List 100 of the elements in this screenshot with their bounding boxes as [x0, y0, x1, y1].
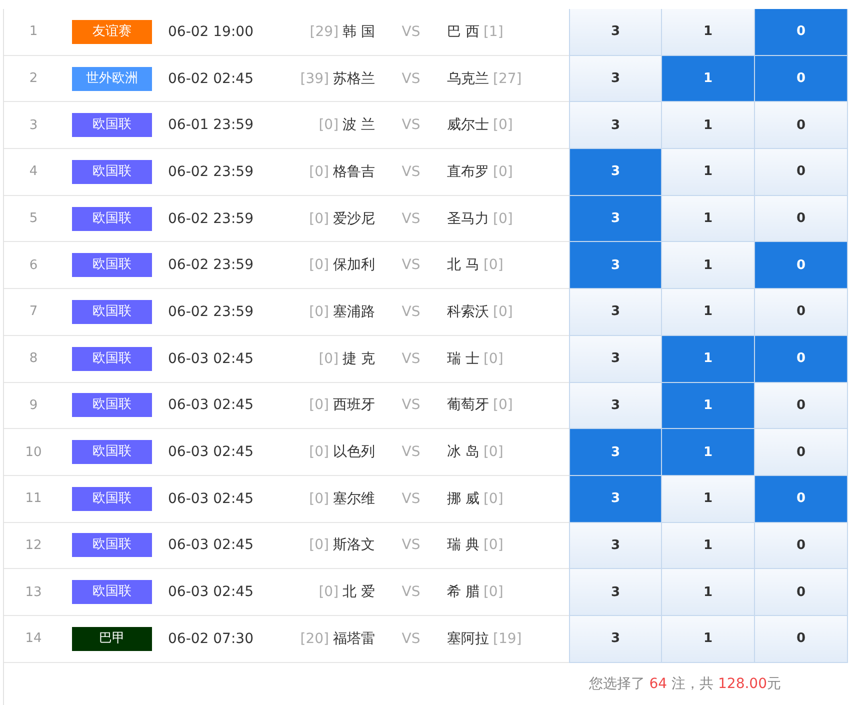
odds-option[interactable]: 3: [569, 9, 662, 56]
odds-option[interactable]: 3: [569, 569, 662, 616]
odds-option[interactable]: 3: [569, 476, 662, 523]
league-badge: 欧国联: [72, 160, 152, 184]
odds-option[interactable]: 0: [755, 149, 848, 196]
odds-option[interactable]: 1: [662, 56, 755, 102]
league-badge: 欧国联: [72, 113, 152, 138]
vs-label: VS: [378, 196, 444, 242]
away-team: 圣马力: [447, 210, 489, 228]
odds-option[interactable]: 1: [662, 336, 755, 382]
odds-option[interactable]: 1: [662, 569, 755, 616]
league-badge: 欧国联: [72, 533, 152, 558]
match-time: 06-02 23:59: [160, 289, 262, 336]
row-number: 2: [4, 56, 63, 102]
row-number: 3: [4, 102, 63, 150]
league-badge: 世外欧洲: [72, 66, 152, 91]
odds-option[interactable]: 3: [569, 429, 662, 476]
match-time: 06-02 19:00: [160, 9, 262, 56]
team-rank: [0]: [309, 304, 329, 320]
match-time: 06-03 02:45: [160, 429, 262, 476]
team-rank: [0]: [483, 584, 504, 600]
odds-option[interactable]: 0: [755, 616, 848, 663]
vs-label: VS: [378, 9, 444, 56]
match-time: 06-03 02:45: [160, 569, 262, 616]
row-number: 1: [4, 9, 63, 56]
odds-option[interactable]: 3: [569, 522, 662, 570]
row-number: 13: [4, 569, 63, 616]
odds-option[interactable]: 0: [755, 289, 848, 336]
away-team: 科索沃: [447, 302, 489, 321]
odds-option[interactable]: 1: [662, 9, 755, 56]
odds-option[interactable]: 3: [569, 336, 662, 382]
league-badge: 欧国联: [72, 440, 152, 464]
odds-option[interactable]: 3: [569, 616, 662, 663]
odds-option[interactable]: 0: [755, 429, 848, 476]
odds-option[interactable]: 1: [662, 196, 755, 242]
away-team: 瑞 典: [447, 536, 480, 554]
odds-option[interactable]: 3: [569, 196, 662, 242]
away-team: 希 腊: [447, 583, 480, 602]
odds-option[interactable]: 1: [662, 429, 755, 476]
odds-option[interactable]: 1: [662, 242, 755, 290]
odds-option[interactable]: 1: [662, 149, 755, 196]
home-team: 爱沙尼: [333, 210, 375, 228]
odds-option[interactable]: 0: [755, 569, 848, 616]
row-number: 10: [4, 429, 63, 476]
odds-option[interactable]: 0: [755, 522, 848, 570]
odds-option[interactable]: 0: [755, 56, 848, 102]
home-team: 北 爱: [342, 583, 375, 602]
odds-option[interactable]: 1: [662, 616, 755, 663]
team-rank: [0]: [493, 117, 513, 134]
match-time: 06-02 07:30: [160, 616, 262, 663]
team-rank: [0]: [318, 584, 339, 600]
team-rank: [0]: [309, 210, 329, 227]
team-rank: [0]: [309, 164, 329, 180]
team-rank: [39]: [300, 70, 329, 87]
row-number: 9: [4, 382, 63, 430]
match-time: 06-02 02:45: [160, 56, 262, 102]
away-team: 威尔士: [447, 116, 489, 134]
match-time: 06-03 02:45: [160, 476, 262, 523]
team-rank: [20]: [300, 630, 329, 647]
odds-option[interactable]: 1: [662, 476, 755, 523]
team-rank: [0]: [493, 397, 513, 414]
odds-option[interactable]: 1: [662, 102, 755, 150]
odds-option[interactable]: 3: [569, 149, 662, 196]
team-rank: [0]: [318, 350, 339, 367]
team-rank: [0]: [483, 537, 504, 554]
away-team: 塞阿拉: [447, 630, 489, 648]
team-rank: [27]: [493, 70, 522, 87]
odds-option[interactable]: 1: [662, 522, 755, 570]
vs-label: VS: [378, 382, 444, 430]
odds-option[interactable]: 3: [569, 56, 662, 102]
odds-option[interactable]: 0: [755, 476, 848, 523]
league-badge: 欧国联: [72, 393, 152, 418]
odds-option[interactable]: 3: [569, 382, 662, 430]
away-team: 瑞 士: [447, 350, 480, 368]
odds-option[interactable]: 0: [755, 336, 848, 382]
odds-option[interactable]: 3: [569, 242, 662, 290]
league-badge: 欧国联: [72, 486, 152, 511]
odds-option[interactable]: 3: [569, 102, 662, 150]
match-time: 06-03 02:45: [160, 382, 262, 430]
team-rank: [0]: [309, 444, 329, 460]
odds-option[interactable]: 0: [755, 382, 848, 430]
team-rank: [0]: [493, 210, 513, 227]
match-time: 06-02 23:59: [160, 196, 262, 242]
vs-label: VS: [378, 616, 444, 663]
home-team: 塞尔维: [333, 490, 375, 508]
row-number: 6: [4, 242, 63, 290]
odds-option[interactable]: 0: [755, 242, 848, 290]
league-badge: 欧国联: [72, 346, 152, 371]
match-time: 06-02 23:59: [160, 149, 262, 196]
away-team: 直布罗: [447, 162, 489, 181]
odds-option[interactable]: 1: [662, 382, 755, 430]
vs-label: VS: [378, 429, 444, 476]
odds-option[interactable]: 0: [755, 102, 848, 150]
odds-option[interactable]: 0: [755, 9, 848, 56]
team-rank: [0]: [318, 117, 339, 134]
odds-option[interactable]: 1: [662, 289, 755, 336]
odds-option[interactable]: 0: [755, 196, 848, 242]
home-team: 斯洛文: [333, 536, 375, 554]
odds-option[interactable]: 3: [569, 289, 662, 336]
home-team: 西班牙: [333, 396, 375, 414]
